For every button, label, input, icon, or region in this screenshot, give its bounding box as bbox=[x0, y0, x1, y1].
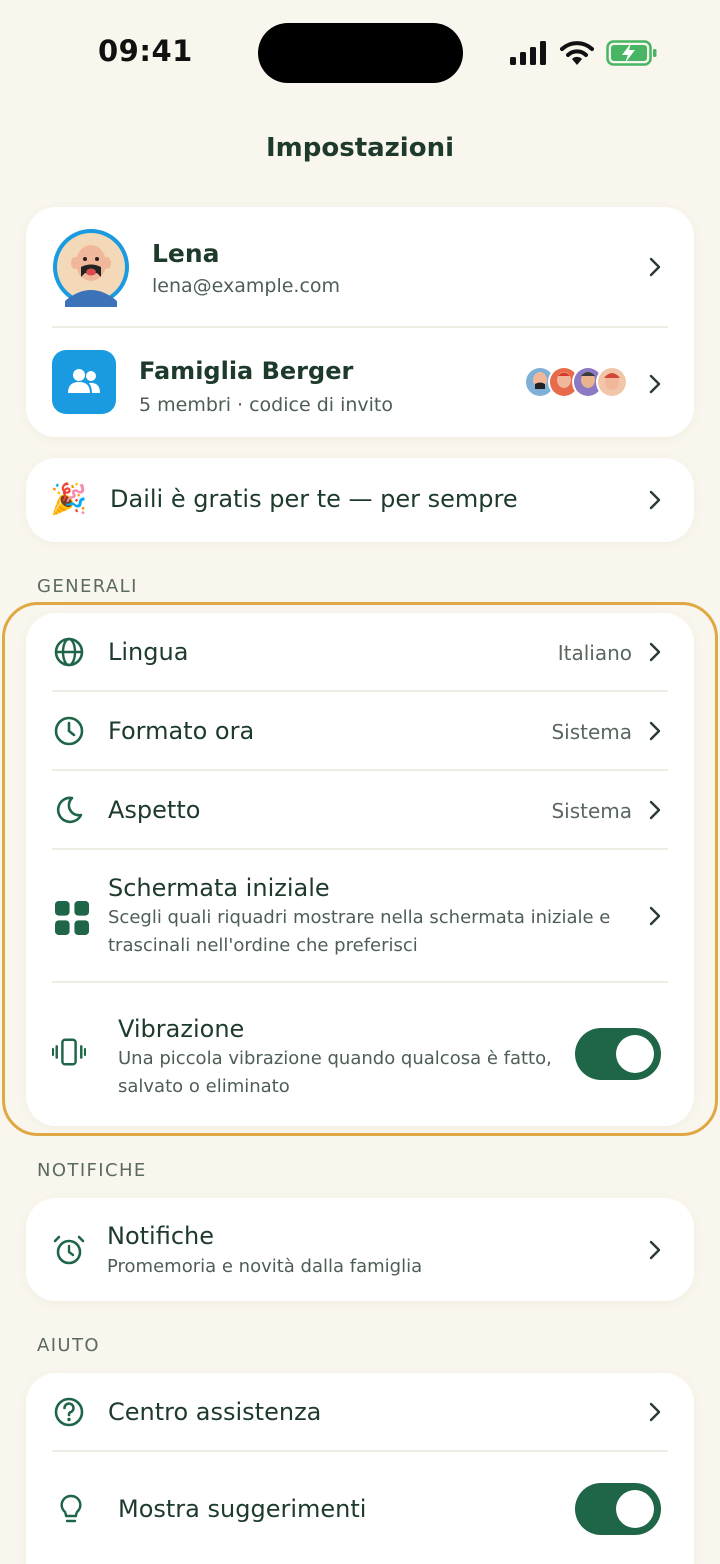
section-header-general: GENERALI bbox=[37, 576, 138, 597]
status-icons bbox=[510, 38, 658, 68]
party-popper-icon: 🎉 bbox=[50, 482, 88, 517]
chevron-right-icon bbox=[648, 256, 662, 278]
avatar bbox=[53, 229, 129, 307]
chevron-right-icon bbox=[648, 373, 662, 395]
question-circle-icon bbox=[54, 1397, 84, 1427]
help-center-label: Centro assistenza bbox=[108, 1398, 322, 1426]
battery-charging-icon bbox=[606, 40, 657, 66]
tips-row: Mostra suggerimenti bbox=[26, 1452, 694, 1564]
alarm-clock-icon bbox=[53, 1235, 85, 1265]
promo-text: Daili è gratis per te — per sempre bbox=[110, 485, 518, 513]
help-card: Centro assistenza Mostra suggerimenti bbox=[26, 1373, 694, 1564]
family-row[interactable]: Famiglia Berger 5 membri · codice di inv… bbox=[26, 328, 694, 437]
family-subtitle: 5 membri · codice di invito bbox=[139, 394, 393, 416]
family-name: Famiglia Berger bbox=[139, 357, 354, 385]
tips-toggle[interactable] bbox=[575, 1483, 661, 1535]
promo-card[interactable]: 🎉 Daili è gratis per te — per sempre bbox=[26, 458, 694, 542]
chevron-right-icon bbox=[648, 1401, 662, 1423]
help-center-row[interactable]: Centro assistenza bbox=[26, 1373, 694, 1450]
toggle-knob bbox=[616, 1490, 654, 1528]
notifications-card[interactable]: Notifiche Promemoria e novità dalla fami… bbox=[26, 1198, 694, 1301]
family-avatars bbox=[523, 365, 631, 399]
profile-row[interactable]: Lena lena@example.com bbox=[26, 207, 694, 327]
lightbulb-icon bbox=[60, 1494, 82, 1523]
page-title: Impostazioni bbox=[265, 133, 455, 163]
people-icon bbox=[68, 369, 100, 393]
focus-highlight bbox=[2, 602, 718, 1136]
section-header-notifications: NOTIFICHE bbox=[37, 1160, 147, 1181]
tips-label: Mostra suggerimenti bbox=[118, 1495, 367, 1523]
profile-email: lena@example.com bbox=[152, 275, 341, 297]
account-card: Lena lena@example.com Famiglia Berger 5 … bbox=[26, 207, 694, 437]
chevron-right-icon bbox=[648, 489, 662, 511]
section-header-help: AIUTO bbox=[37, 1335, 100, 1356]
chevron-right-icon bbox=[648, 1239, 662, 1261]
status-time: 09:41 bbox=[98, 34, 193, 68]
family-icon-tile bbox=[52, 350, 116, 414]
cellular-signal-icon bbox=[510, 41, 546, 65]
dynamic-island bbox=[258, 23, 463, 83]
wifi-icon bbox=[560, 41, 594, 65]
notifications-description: Promemoria e novità dalla famiglia bbox=[107, 1256, 423, 1277]
profile-name: Lena bbox=[152, 239, 220, 268]
notifications-label: Notifiche bbox=[107, 1222, 215, 1250]
